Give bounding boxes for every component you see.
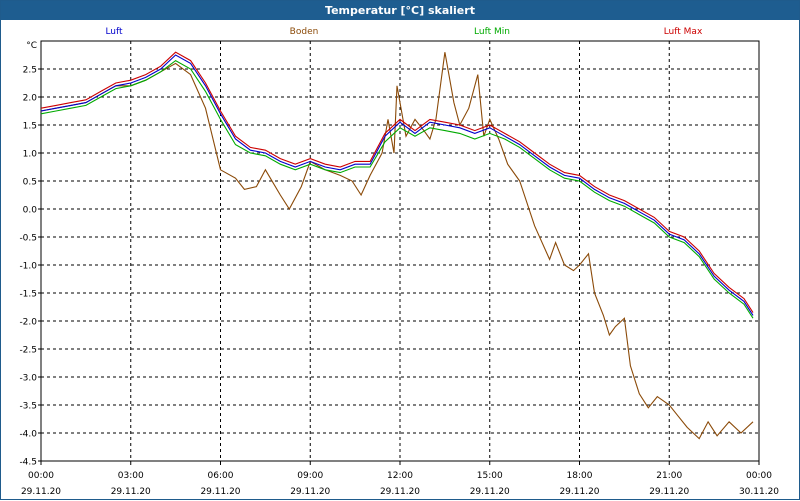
x-tick-label-time: 00:00 [746,471,772,481]
series-line-boden [40,52,754,440]
y-tick-label: 2.5 [23,66,37,76]
legend-entry: Luft Min [474,27,510,37]
x-tick-label-time: 09:00 [297,471,323,481]
x-tick-label-date: 29.11.20 [559,487,599,497]
x-tick-label-date: 29.11.20 [649,487,689,497]
y-tick-label: -2.0 [19,318,37,328]
x-tick-label-time: 21:00 [656,471,682,481]
legend-entry: Luft Max [664,27,703,37]
x-tick-label-date: 29.11.20 [21,487,61,497]
y-tick-label: 1.0 [23,150,38,160]
line-chart: -4.5 -4.0 -3.5 -3.0 -2.5 -2.0 -1.5 -1.0 -0.5 0.0 0… [19,27,779,497]
y-tick-label: -0.5 [19,234,37,244]
legend-entry: Luft [105,27,123,37]
y-tick-label: -1.0 [19,262,37,272]
y-tick-label: -3.5 [19,402,37,412]
x-tick-label-time: 00:00 [28,471,54,481]
x-tick-label-time: 03:00 [118,471,144,481]
y-tick-label: -1.5 [19,290,37,300]
x-tick-label-time: 15:00 [477,471,503,481]
x-tick-label-date: 30.11.20 [739,487,779,497]
y-tick-label: 2.0 [23,94,38,104]
x-tick-label-date: 29.11.20 [200,487,240,497]
y-tick-label: 0.0 [23,206,38,216]
y-tick-label: -4.5 [19,458,37,468]
y-tick-label: -4.0 [19,430,37,440]
y-axis-unit: °C [26,41,37,51]
x-tick-label-time: 12:00 [387,471,413,481]
x-tick-label-date: 29.11.20 [111,487,151,497]
y-tick-label: -2.5 [19,346,37,356]
y-tick-label: 0.5 [23,178,37,188]
y-tick-label: 1.5 [23,122,37,132]
x-tick-label-date: 29.11.20 [290,487,330,497]
y-tick-label: -3.0 [19,374,37,384]
x-tick-label-date: 29.11.20 [470,487,510,497]
x-tick-label-date: 29.11.20 [380,487,420,497]
chart-window: Temperatur [°C] skaliert -4.5 -4.0 -3.5 -3.… [0,0,800,500]
legend-entry: Boden [290,27,319,37]
x-tick-label-time: 06:00 [208,471,234,481]
x-tick-label-time: 18:00 [567,471,593,481]
series-line-luft-min [40,59,754,319]
